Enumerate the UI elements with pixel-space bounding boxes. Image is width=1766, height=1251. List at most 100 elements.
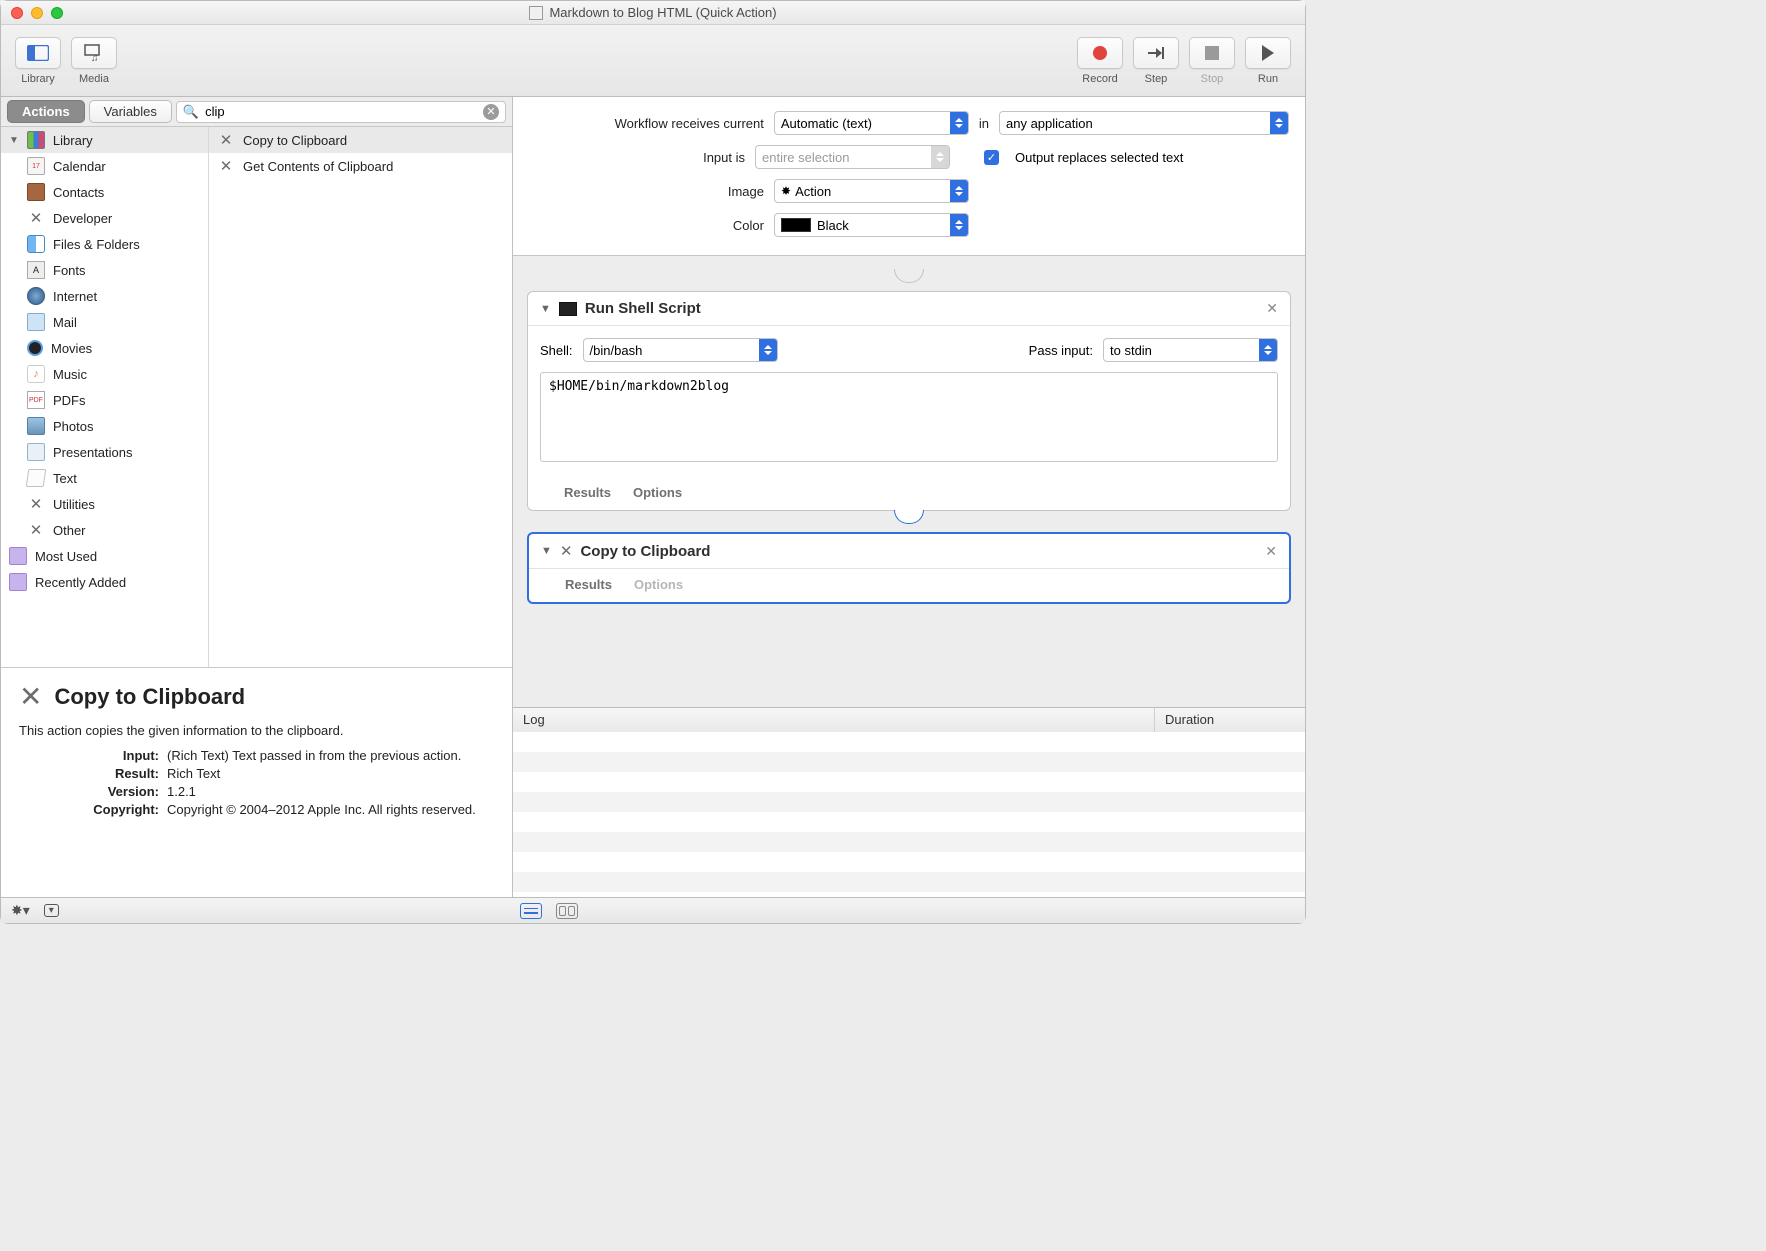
duration-column-header[interactable]: Duration — [1155, 708, 1305, 732]
sidebar-icon — [27, 45, 49, 61]
step-label: Step — [1145, 73, 1168, 85]
info-description: This action copies the given information… — [19, 723, 496, 738]
workflow-input-header: Workflow receives current Automatic (tex… — [513, 97, 1305, 256]
log-rows[interactable] — [513, 732, 1305, 897]
search-field[interactable]: 🔍 ✕ — [176, 101, 506, 123]
category-contacts[interactable]: Contacts — [1, 179, 208, 205]
search-icon: 🔍 — [183, 104, 199, 120]
smart-folder-icon — [9, 573, 27, 591]
record-button[interactable] — [1077, 37, 1123, 69]
utilities-icon: ✕ — [560, 542, 573, 560]
category-developer[interactable]: ✕Developer — [1, 205, 208, 231]
category-fonts[interactable]: AFonts — [1, 257, 208, 283]
category-other[interactable]: ✕Other — [1, 517, 208, 543]
color-select[interactable]: Black — [774, 213, 969, 237]
options-tab-disabled: Options — [634, 577, 683, 592]
action-info-panel: ✕ Copy to Clipboard This action copies t… — [1, 667, 512, 897]
smart-most-used[interactable]: Most Used — [1, 543, 208, 569]
script-textarea[interactable] — [540, 372, 1278, 462]
status-bar: ✸▾ ▾ — [1, 897, 1305, 923]
action-results-list[interactable]: ✕Copy to Clipboard ✕Get Contents of Clip… — [209, 127, 512, 667]
other-icon: ✕ — [27, 521, 45, 539]
shell-select[interactable]: /bin/bash — [583, 338, 778, 362]
image-label: Image — [728, 184, 764, 199]
output-replaces-checkbox[interactable]: ✓ — [984, 150, 999, 165]
disclosure-triangle-icon[interactable]: ▼ — [541, 545, 552, 557]
color-swatch — [781, 218, 811, 232]
input-is-select: entire selection — [755, 145, 950, 169]
category-utilities[interactable]: ✕Utilities — [1, 491, 208, 517]
receives-label: Workflow receives current — [615, 116, 764, 131]
settings-menu-button[interactable]: ✸▾ — [11, 902, 30, 919]
stop-icon — [1205, 46, 1219, 60]
log-header: Log Duration — [513, 708, 1305, 732]
options-tab[interactable]: Options — [633, 485, 682, 500]
library-toggle-button[interactable] — [15, 37, 61, 69]
tab-variables[interactable]: Variables — [89, 100, 172, 123]
developer-icon: ✕ — [27, 209, 45, 227]
category-music[interactable]: ♪Music — [1, 361, 208, 387]
receives-select[interactable]: Automatic (text) — [774, 111, 969, 135]
library-root-row[interactable]: ▼ Library — [1, 127, 208, 153]
pass-input-select[interactable]: to stdin — [1103, 338, 1278, 362]
output-replaces-label: Output replaces selected text — [1015, 150, 1289, 165]
stop-label: Stop — [1201, 73, 1224, 85]
category-pdfs[interactable]: PDFPDFs — [1, 387, 208, 413]
category-internet[interactable]: Internet — [1, 283, 208, 309]
step-button[interactable] — [1133, 37, 1179, 69]
titlebar: Markdown to Blog HTML (Quick Action) — [1, 1, 1305, 25]
category-presentations[interactable]: Presentations — [1, 439, 208, 465]
workflow-canvas[interactable]: ▼ Run Shell Script ✕ Shell: /bin/bash Pa… — [513, 256, 1305, 707]
terminal-icon — [559, 302, 577, 316]
remove-action-button[interactable]: ✕ — [1266, 300, 1278, 317]
media-button[interactable]: ♫ — [71, 37, 117, 69]
utilities-icon: ✕ — [27, 495, 45, 513]
tab-actions[interactable]: Actions — [7, 100, 85, 123]
action-run-shell-script[interactable]: ▼ Run Shell Script ✕ Shell: /bin/bash Pa… — [527, 291, 1291, 511]
category-mail[interactable]: Mail — [1, 309, 208, 335]
media-label: Media — [79, 73, 109, 85]
shell-label: Shell: — [540, 343, 573, 358]
play-icon — [1262, 45, 1274, 61]
action-row-copy[interactable]: ✕Copy to Clipboard — [209, 127, 512, 153]
svg-text:♫: ♫ — [91, 53, 99, 62]
results-tab[interactable]: Results — [564, 485, 611, 500]
workflow-view-list-button[interactable] — [520, 903, 542, 919]
disclosure-triangle-icon[interactable]: ▼ — [540, 303, 551, 315]
results-tab[interactable]: Results — [565, 577, 612, 592]
action-copy-to-clipboard[interactable]: ▼ ✕ Copy to Clipboard ✕ Results Options — [527, 532, 1291, 604]
search-input[interactable] — [205, 104, 477, 119]
run-button[interactable] — [1245, 37, 1291, 69]
workflow-view-column-button[interactable] — [556, 903, 578, 919]
category-text[interactable]: Text — [1, 465, 208, 491]
clear-search-button[interactable]: ✕ — [483, 104, 499, 120]
log-column-header[interactable]: Log — [513, 708, 1155, 732]
record-label: Record — [1082, 73, 1117, 85]
category-calendar[interactable]: 17Calendar — [1, 153, 208, 179]
action-large-icon: ✕ — [19, 680, 42, 713]
mail-icon — [27, 313, 45, 331]
globe-icon — [27, 287, 45, 305]
image-select[interactable]: ✸ Action — [774, 179, 969, 203]
application-select[interactable]: any application — [999, 111, 1289, 135]
action-connector — [894, 510, 924, 524]
category-list[interactable]: ▼ Library 17Calendar Contacts ✕Developer… — [1, 127, 209, 667]
remove-action-button[interactable]: ✕ — [1265, 543, 1277, 560]
smart-folder-icon — [9, 547, 27, 565]
input-is-label: Input is — [703, 150, 745, 165]
log-toggle-button[interactable]: ▾ — [44, 904, 59, 917]
pdf-icon: PDF — [27, 391, 45, 409]
input-connector — [894, 269, 924, 283]
gear-icon: ✸ — [781, 184, 791, 198]
smart-recently-added[interactable]: Recently Added — [1, 569, 208, 595]
stop-button[interactable] — [1189, 37, 1235, 69]
window-title: Markdown to Blog HTML (Quick Action) — [549, 5, 776, 20]
in-label: in — [979, 116, 989, 131]
category-files[interactable]: Files & Folders — [1, 231, 208, 257]
library-pane: Actions Variables 🔍 ✕ ▼ Library 17Calend… — [1, 97, 513, 897]
category-movies[interactable]: Movies — [1, 335, 208, 361]
record-icon — [1093, 46, 1107, 60]
category-photos[interactable]: Photos — [1, 413, 208, 439]
action-row-get-contents[interactable]: ✕Get Contents of Clipboard — [209, 153, 512, 179]
disclosure-triangle-icon[interactable]: ▼ — [9, 135, 19, 146]
